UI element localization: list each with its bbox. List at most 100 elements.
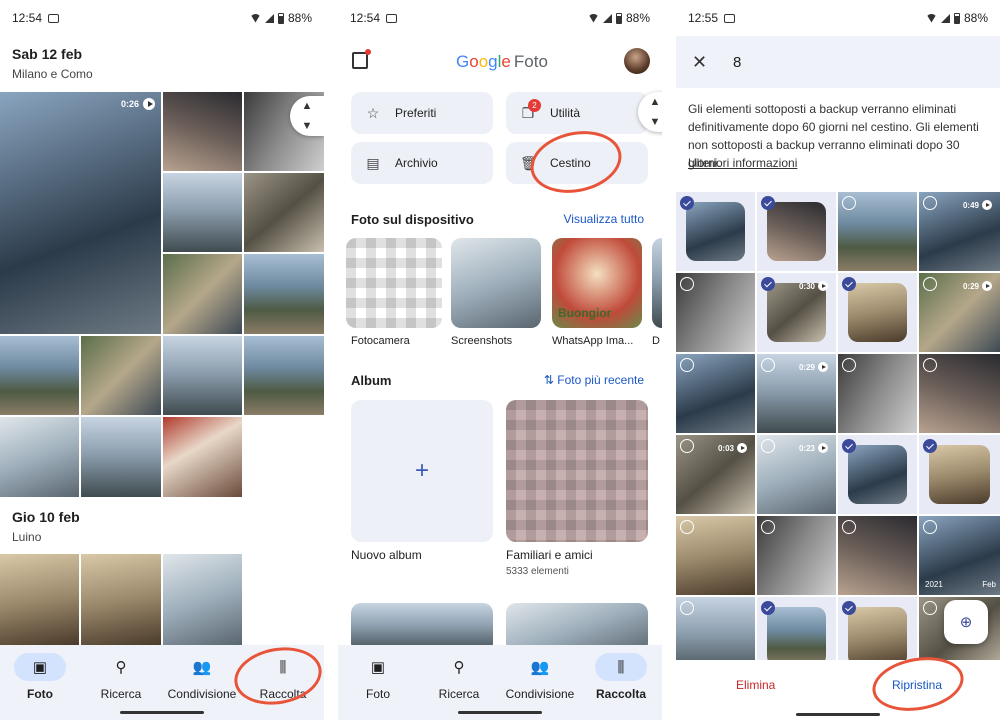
photo-thumbnail[interactable] [81,336,161,415]
photo-thumbnail[interactable] [163,336,242,415]
section-title: Album [351,373,392,388]
trash-item[interactable]: 2021 Feb [919,516,1000,595]
photo-thumbnail[interactable] [163,254,242,334]
photo-video-selfie[interactable]: 0:26 [0,92,161,334]
photo-thumbnail[interactable] [81,554,161,645]
date-header[interactable]: Sab 12 feb [12,46,82,62]
trash-item[interactable]: 0:30 [757,273,836,352]
unchecked-icon[interactable] [680,601,694,615]
unchecked-icon[interactable] [842,520,856,534]
new-album-button[interactable]: + [351,400,493,542]
photo-thumbnail[interactable] [0,336,79,415]
checked-icon[interactable] [842,439,856,453]
unchecked-icon[interactable] [680,358,694,372]
photo-thumbnail[interactable] [81,417,161,497]
unchecked-icon[interactable] [761,520,775,534]
nav-raccolta[interactable]: ⫼ Raccolta [581,653,661,701]
unchecked-icon[interactable] [680,439,694,453]
checked-icon[interactable] [761,196,775,210]
checked-icon[interactable] [761,601,775,615]
trash-item[interactable] [838,354,917,433]
trash-item[interactable]: 0:23 [757,435,836,514]
unchecked-icon[interactable] [923,520,937,534]
trash-item[interactable] [676,192,755,271]
unchecked-icon[interactable] [842,358,856,372]
video-badge: 0:26 [121,98,155,110]
delete-button[interactable]: Elimina [736,678,775,692]
trash-item[interactable] [838,516,917,595]
trash-photo [929,445,990,504]
date-header[interactable]: Gio 10 feb [12,509,80,525]
trash-item[interactable] [676,516,755,595]
photo-thumbnail[interactable] [244,173,324,252]
photo-thumbnail[interactable] [163,554,242,645]
trash-item[interactable]: 0:49 [919,192,1000,271]
battery-icon [277,12,284,24]
checked-icon[interactable] [842,277,856,291]
checked-icon[interactable] [923,439,937,453]
trash-item[interactable] [757,192,836,271]
image-text: Buongior [558,306,612,320]
unchecked-icon[interactable] [842,196,856,210]
nav-condivisione[interactable]: 👥 Condivisione [162,653,242,701]
trash-item[interactable]: 0:29 [919,273,1000,352]
device-folder-whatsapp[interactable]: Buongior [552,238,642,328]
photo-thumbnail[interactable] [0,554,79,645]
photo-thumbnail[interactable] [163,173,242,252]
archivio-button[interactable]: ▤ Archivio [351,142,493,184]
device-folder-partial[interactable] [652,238,662,328]
unchecked-icon[interactable] [923,601,937,615]
nav-foto[interactable]: ▣ Foto [338,653,418,701]
status-time: 12:54 [350,11,381,25]
trash-item[interactable] [838,192,917,271]
checked-icon[interactable] [761,277,775,291]
trash-item[interactable] [919,435,1000,514]
photo-thumbnail[interactable] [163,92,242,171]
trash-item[interactable] [757,516,836,595]
unchecked-icon[interactable] [680,520,694,534]
album-cover[interactable] [506,400,648,542]
unchecked-icon[interactable] [680,277,694,291]
trash-item[interactable]: 0:29 [757,354,836,433]
battery-level: 88% [625,11,650,25]
photo-thumbnail[interactable] [163,417,242,497]
utilita-button[interactable]: ❐ 2 Utilità [506,92,648,134]
unchecked-icon[interactable] [761,439,775,453]
nav-condivisione[interactable]: 👥 Condivisione [500,653,580,701]
checked-icon[interactable] [842,601,856,615]
preferiti-button[interactable]: ☆ Preferiti [351,92,493,134]
photo-thumbnail[interactable] [244,254,324,334]
photo-icon: ▣ [370,659,386,676]
trash-item[interactable] [919,354,1000,433]
unchecked-icon[interactable] [923,196,937,210]
trash-item[interactable] [676,273,755,352]
trash-item[interactable] [838,273,917,352]
photo-thumbnail[interactable] [0,417,79,497]
trash-item[interactable] [838,435,917,514]
unchecked-icon[interactable] [761,358,775,372]
trash-item[interactable]: 0:03 [676,435,755,514]
nav-label: Foto [27,687,53,701]
scroll-handle[interactable]: ▲ ▼ [290,96,324,136]
learn-more-link[interactable]: Ulteriori informazioni [688,156,797,170]
zoom-button[interactable]: ⊕ [944,600,988,644]
unchecked-icon[interactable] [923,358,937,372]
close-icon[interactable]: ✕ [692,52,707,73]
home-indicator [796,713,880,716]
nav-foto[interactable]: ▣ Foto [0,653,80,701]
unchecked-icon[interactable] [923,277,937,291]
trash-selection-screen: 12:55 88% ✕ 8 Gli elementi sottoposti a … [676,0,1000,720]
trash-item[interactable] [676,354,755,433]
nav-ricerca[interactable]: ⚲ Ricerca [81,653,161,701]
view-all-link[interactable]: Visualizza tutto [564,212,645,226]
play-icon [737,443,747,453]
nav-ricerca[interactable]: ⚲ Ricerca [419,653,499,701]
photo-thumbnail[interactable] [244,336,324,415]
shopping-bag-icon[interactable] [352,49,371,69]
avatar[interactable] [624,48,650,74]
sort-button[interactable]: ⇅ Foto più recente [544,373,644,387]
device-folder-screenshots[interactable] [451,238,541,328]
sort-label: Foto più recente [557,373,644,387]
device-folder-fotocamera[interactable] [346,238,442,328]
checked-icon[interactable] [680,196,694,210]
